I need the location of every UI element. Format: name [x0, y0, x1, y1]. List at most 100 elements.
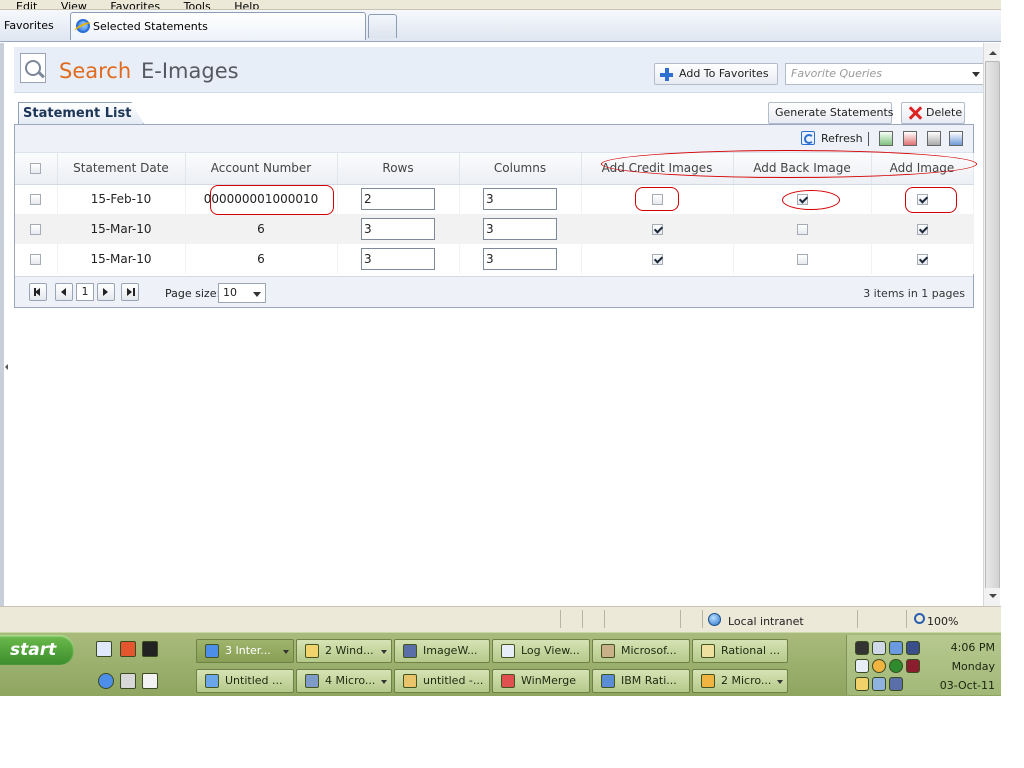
- tray-clock-icon[interactable]: [872, 659, 886, 673]
- status-pane: [680, 610, 681, 628]
- quicklaunch-q-icon[interactable]: [96, 641, 112, 657]
- taskbar-options-icon[interactable]: [812, 655, 824, 669]
- ie-page-icon: [76, 19, 90, 33]
- zoom-icon[interactable]: [914, 613, 925, 624]
- chevron-down-icon: [777, 680, 783, 684]
- refresh-button[interactable]: Refresh: [821, 132, 863, 145]
- add-credit-images-checkbox[interactable]: [651, 194, 663, 206]
- add-to-favorites-button[interactable]: Add To Favorites: [654, 63, 778, 85]
- export-pdf-icon[interactable]: [903, 131, 917, 146]
- menu-view[interactable]: View: [61, 1, 87, 9]
- tray-network-icon[interactable]: [872, 641, 886, 655]
- task-microsoft[interactable]: Microsof...: [592, 639, 690, 663]
- col-statement-date[interactable]: Statement Date: [57, 153, 186, 185]
- col-account-number[interactable]: Account Number: [185, 153, 338, 185]
- task-microsoft-group-2[interactable]: 2 Micro...: [692, 669, 788, 693]
- task-untitled-paint[interactable]: untitled -...: [394, 669, 490, 693]
- tray-keyboard-icon[interactable]: [855, 641, 869, 655]
- task-log-viewer[interactable]: Log View...: [492, 639, 590, 663]
- page-number-button[interactable]: 1: [76, 283, 94, 301]
- tray-app-icon[interactable]: [889, 677, 903, 691]
- tray-display-icon[interactable]: [872, 677, 886, 691]
- tray-green-icon[interactable]: [889, 659, 903, 673]
- tray-search-icon[interactable]: [855, 659, 869, 673]
- row-select-checkbox[interactable]: [30, 194, 42, 206]
- col-rows[interactable]: Rows: [337, 153, 460, 185]
- menu-tools[interactable]: Tools: [184, 1, 211, 9]
- col-add-back-image[interactable]: Add Back Image: [733, 153, 872, 185]
- quicklaunch-matlab-icon[interactable]: [120, 641, 136, 657]
- task-label: Microsof...: [621, 644, 677, 657]
- col-add-credit-images[interactable]: Add Credit Images: [581, 153, 734, 185]
- magnifier-icon: [501, 644, 515, 658]
- export-excel-icon[interactable]: [879, 131, 893, 146]
- clock-time[interactable]: 4:06 PM: [951, 641, 995, 654]
- add-back-image-checkbox[interactable]: [796, 254, 808, 265]
- task-internet-explorer[interactable]: 3 Inter...: [196, 639, 294, 663]
- col-columns[interactable]: Columns: [459, 153, 582, 185]
- refresh-icon[interactable]: [801, 131, 815, 145]
- new-tab-button[interactable]: [368, 14, 397, 38]
- tray-shield-icon[interactable]: [906, 659, 920, 673]
- scroll-up-icon[interactable]: [985, 45, 1000, 61]
- task-winmerge[interactable]: WinMerge: [492, 669, 590, 693]
- tray-infinity-icon[interactable]: [906, 641, 920, 655]
- task-ibm-rational[interactable]: IBM Rati...: [592, 669, 690, 693]
- add-credit-images-checkbox[interactable]: [651, 254, 663, 265]
- add-image-checkbox[interactable]: [916, 224, 928, 235]
- page-title-search: Search: [59, 59, 132, 83]
- scroll-down-icon[interactable]: [985, 588, 1000, 604]
- row-select-checkbox[interactable]: [30, 254, 42, 265]
- row-select-checkbox[interactable]: [30, 224, 42, 235]
- favorite-queries-select[interactable]: Favorite Queries: [785, 63, 985, 85]
- add-credit-images-checkbox[interactable]: [651, 224, 663, 235]
- first-page-icon[interactable]: [29, 283, 47, 301]
- task-untitled-notepad[interactable]: Untitled ...: [196, 669, 294, 693]
- generate-statements-button[interactable]: Generate Statements: [768, 102, 894, 124]
- rows-input[interactable]: 3: [361, 218, 435, 240]
- task-microsoft-group[interactable]: 4 Micro...: [296, 669, 392, 693]
- export-csv-icon[interactable]: [927, 131, 941, 146]
- delete-button[interactable]: Delete: [901, 102, 965, 124]
- add-back-image-checkbox[interactable]: [796, 194, 808, 206]
- tab-selected-statements[interactable]: Selected Statements: [70, 12, 366, 40]
- collapse-arrow-icon[interactable]: [5, 364, 8, 370]
- task-windows-explorer[interactable]: 2 Wind...: [296, 639, 392, 663]
- select-all-checkbox[interactable]: [30, 163, 42, 175]
- table-row: 15-Feb-10 000000001000010 2 3: [15, 184, 974, 214]
- quicklaunch-ie-icon[interactable]: [98, 673, 114, 689]
- add-image-checkbox[interactable]: [916, 194, 928, 206]
- task-imagew[interactable]: ImageW...: [394, 639, 490, 663]
- columns-input[interactable]: 3: [483, 188, 557, 211]
- quicklaunch-printer-icon[interactable]: [120, 673, 136, 689]
- quicklaunch-calc-icon[interactable]: [142, 673, 158, 689]
- menu-favorites[interactable]: Favorites: [110, 1, 160, 9]
- table-header-row: Statement Date Account Number Rows Colum…: [15, 153, 974, 185]
- quicklaunch-cmd-icon[interactable]: [142, 641, 158, 657]
- add-back-image-checkbox[interactable]: [796, 224, 808, 235]
- next-page-icon[interactable]: [97, 283, 115, 301]
- menu-help[interactable]: Help: [234, 1, 259, 9]
- last-page-icon[interactable]: [121, 283, 139, 301]
- favorites-button[interactable]: Favorites: [0, 15, 58, 37]
- col-add-image[interactable]: Add Image: [871, 153, 974, 185]
- vertical-scrollbar[interactable]: [983, 43, 1000, 606]
- zoom-level[interactable]: 100%: [927, 615, 958, 628]
- task-rational[interactable]: Rational ...: [692, 639, 788, 663]
- rows-input[interactable]: 3: [361, 248, 435, 270]
- scroll-thumb[interactable]: [985, 61, 1000, 591]
- menu-edit[interactable]: Edit: [16, 1, 37, 9]
- tray-monitor-icon[interactable]: [855, 677, 869, 691]
- statement-list-tab[interactable]: Statement List: [18, 102, 144, 124]
- tray-users-icon[interactable]: [889, 641, 903, 655]
- add-image-checkbox[interactable]: [916, 254, 928, 265]
- rows-input[interactable]: 2: [361, 188, 435, 211]
- link-icon: [403, 644, 417, 658]
- columns-input[interactable]: 3: [483, 218, 557, 240]
- export-word-icon[interactable]: [949, 131, 963, 146]
- prev-page-icon[interactable]: [55, 283, 73, 301]
- page-size-select[interactable]: 10: [218, 283, 266, 303]
- columns-input[interactable]: 3: [483, 248, 557, 270]
- table-row: 15-Mar-10 6 3 3: [15, 214, 974, 244]
- start-button[interactable]: start: [0, 635, 74, 665]
